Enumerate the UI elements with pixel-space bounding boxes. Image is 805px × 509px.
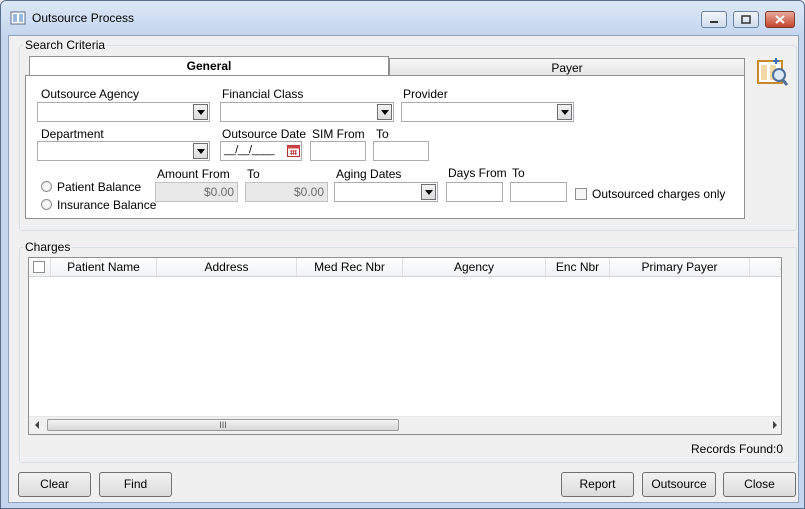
charges-grid[interactable]: Patient Name Address Med Rec Nbr Agency … (28, 257, 782, 435)
calendar-icon[interactable] (287, 144, 300, 157)
days-from-label: Days From (448, 166, 507, 180)
search-criteria-label: Search Criteria (23, 38, 108, 52)
days-to-label: To (512, 166, 525, 180)
amount-to-label: To (247, 167, 260, 181)
window-title: Outsource Process (32, 11, 135, 25)
financial-class-label: Financial Class (222, 87, 304, 101)
days-from-input[interactable] (446, 182, 503, 202)
provider-label: Provider (403, 87, 448, 101)
outsource-agency-combo[interactable] (37, 102, 210, 122)
close-button[interactable]: Close (723, 472, 796, 497)
find-button[interactable]: Find (99, 472, 172, 497)
sim-from-label: SIM From (312, 127, 365, 141)
column-agency[interactable]: Agency (403, 258, 546, 276)
outsourced-only-checkbox[interactable] (575, 188, 587, 200)
insurance-balance-label[interactable]: Insurance Balance (57, 198, 156, 212)
charges-label: Charges (23, 240, 73, 254)
grid-header: Patient Name Address Med Rec Nbr Agency … (29, 258, 781, 277)
outsource-process-window: Outsource Process Search Criteria Genera… (0, 0, 805, 509)
days-to-input[interactable] (510, 182, 567, 202)
report-button[interactable]: Report (561, 472, 634, 497)
horizontal-scrollbar[interactable]: III (29, 416, 781, 434)
scroll-thumb[interactable]: III (47, 419, 399, 431)
search-document-icon (757, 58, 789, 86)
minimize-button[interactable] (701, 11, 727, 28)
department-combo[interactable] (37, 141, 210, 161)
outsource-agency-label: Outsource Agency (41, 87, 140, 101)
maximize-button[interactable] (733, 11, 759, 28)
dropdown-arrow-icon[interactable] (377, 104, 392, 120)
aging-dates-label: Aging Dates (336, 167, 402, 181)
column-enc-nbr[interactable]: Enc Nbr (546, 258, 610, 276)
close-window-button[interactable] (765, 11, 795, 28)
amount-from-input[interactable]: $0.00 (155, 182, 238, 202)
clear-button[interactable]: Clear (18, 472, 91, 497)
outsource-date-label: Outsource Date (222, 127, 307, 141)
outsource-button[interactable]: Outsource (642, 472, 716, 497)
financial-class-combo[interactable] (220, 102, 394, 122)
records-found-label: Records Found:0 (691, 442, 784, 456)
outsource-date-value: __/__/____ (224, 144, 275, 156)
dropdown-arrow-icon[interactable] (193, 104, 208, 120)
close-icon (775, 15, 785, 24)
outsourced-only-label[interactable]: Outsourced charges only (592, 187, 725, 201)
select-all-checkbox[interactable] (33, 261, 45, 273)
column-med-rec-nbr[interactable]: Med Rec Nbr (297, 258, 403, 276)
scroll-left-icon[interactable] (35, 421, 39, 429)
dropdown-arrow-icon[interactable] (421, 184, 436, 200)
sim-to-input[interactable] (373, 141, 429, 161)
amount-from-label: Amount From (157, 167, 230, 181)
provider-combo[interactable] (401, 102, 574, 122)
column-primary-payer[interactable]: Primary Payer (610, 258, 750, 276)
minimize-icon (710, 21, 718, 23)
outsource-date-input[interactable]: __/__/____ (220, 141, 302, 161)
maximize-icon (741, 15, 751, 24)
app-icon (10, 11, 26, 25)
dropdown-arrow-icon[interactable] (557, 104, 572, 120)
select-all-column (29, 258, 51, 276)
column-patient-name[interactable]: Patient Name (51, 258, 157, 276)
department-label: Department (41, 127, 104, 141)
amount-to-input[interactable]: $0.00 (245, 182, 328, 202)
title-bar[interactable]: Outsource Process (1, 1, 804, 35)
column-s[interactable]: S (750, 258, 781, 276)
aging-dates-combo[interactable] (334, 182, 438, 202)
sim-from-input[interactable] (310, 141, 366, 161)
column-address[interactable]: Address (157, 258, 297, 276)
insurance-balance-radio[interactable] (41, 199, 52, 210)
patient-balance-radio[interactable] (41, 181, 52, 192)
dropdown-arrow-icon[interactable] (193, 143, 208, 159)
scroll-right-icon[interactable] (773, 421, 777, 429)
search-tool-button[interactable] (756, 56, 789, 87)
patient-balance-label[interactable]: Patient Balance (57, 180, 141, 194)
sim-to-label: To (376, 127, 389, 141)
